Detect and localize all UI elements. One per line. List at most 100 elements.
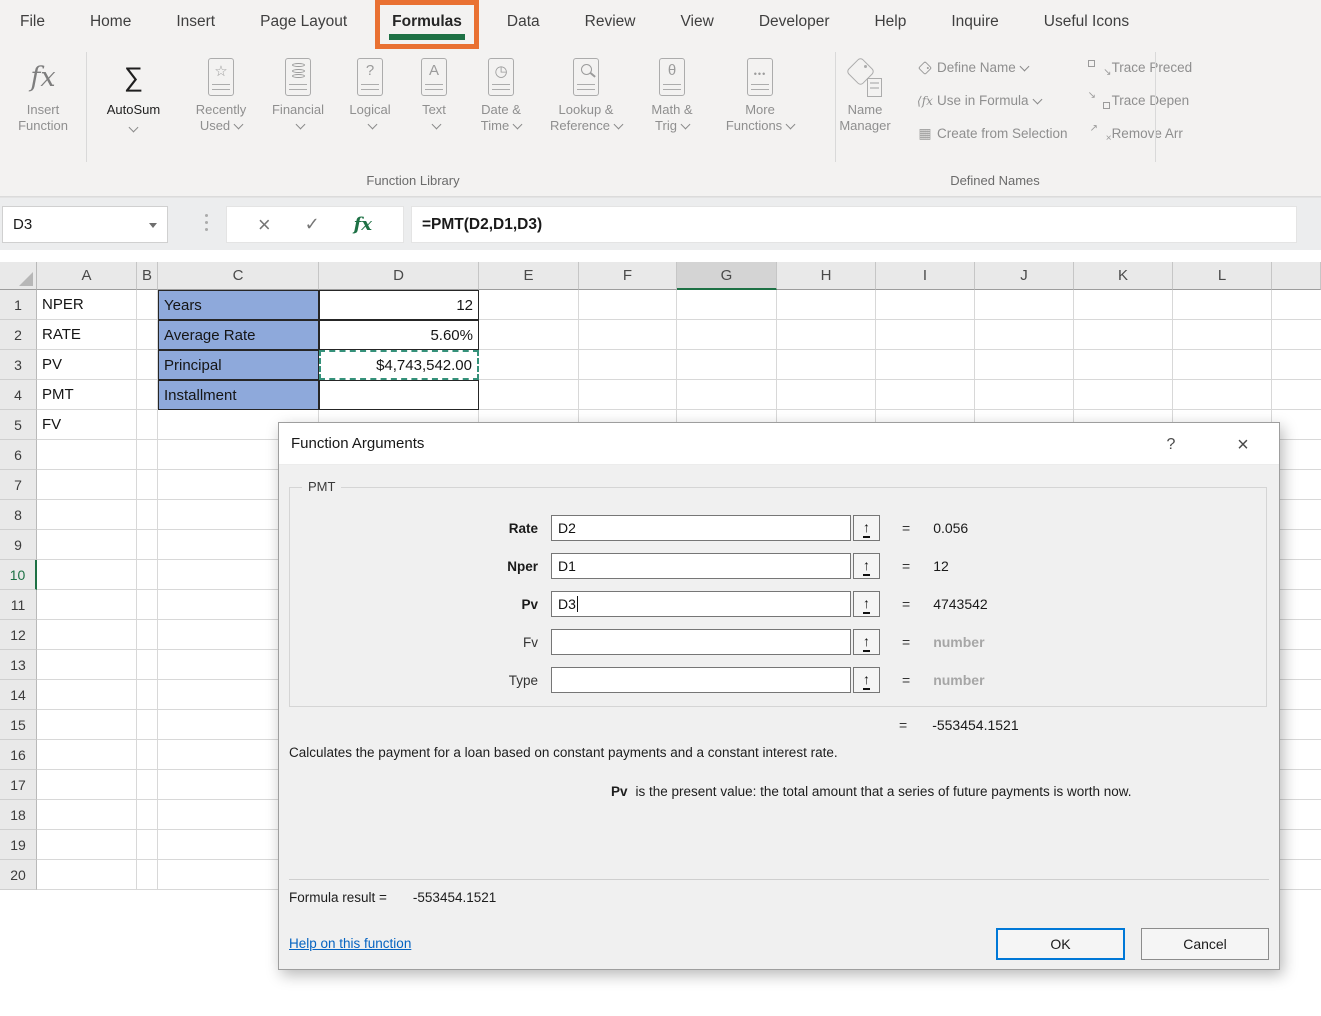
formula-input[interactable]: =PMT(D2,D1,D3) <box>411 206 1297 243</box>
collapse-dialog-button-type[interactable] <box>853 667 880 693</box>
cell-A3[interactable]: PV <box>37 350 137 380</box>
cell-A16[interactable] <box>37 740 137 770</box>
cell-A13[interactable] <box>37 650 137 680</box>
row-header-1[interactable]: 1 <box>0 290 37 320</box>
column-header-j[interactable]: J <box>975 262 1074 290</box>
cell-K4[interactable] <box>1074 380 1173 410</box>
cell-B19[interactable] <box>137 830 158 860</box>
cell-C3[interactable]: Principal <box>158 350 319 380</box>
tab-formulas[interactable]: Formulas <box>392 13 462 31</box>
cell-H3[interactable] <box>777 350 876 380</box>
cell-C4[interactable]: Installment <box>158 380 319 410</box>
cell-H1[interactable] <box>777 290 876 320</box>
cell-B5[interactable] <box>137 410 158 440</box>
text-button[interactable]: AText <box>405 46 463 162</box>
tab-page-layout[interactable]: Page Layout <box>260 13 347 31</box>
cell-B18[interactable] <box>137 800 158 830</box>
column-header-h[interactable]: H <box>777 262 876 290</box>
select-all-corner[interactable] <box>0 262 37 290</box>
cell-A14[interactable] <box>37 680 137 710</box>
cancel-button[interactable]: Cancel <box>1141 928 1269 960</box>
insert-function-button[interactable]: Insert Function <box>0 46 86 162</box>
cell-G1[interactable] <box>677 290 777 320</box>
cell-B10[interactable] <box>137 560 158 590</box>
tab-file[interactable]: File <box>20 13 45 31</box>
cell-C2[interactable]: Average Rate <box>158 320 319 350</box>
collapse-dialog-button-rate[interactable] <box>853 515 880 541</box>
name-box[interactable]: D3 <box>2 206 168 243</box>
cell-D4[interactable] <box>319 380 479 410</box>
cell-B2[interactable] <box>137 320 158 350</box>
cell-B9[interactable] <box>137 530 158 560</box>
confirm-entry-check-icon[interactable] <box>305 214 320 235</box>
recently-used-button[interactable]: ☆RecentlyUsed <box>181 46 261 162</box>
row-header-16[interactable]: 16 <box>0 740 37 770</box>
tab-developer[interactable]: Developer <box>759 13 830 31</box>
argument-input-rate[interactable]: D2 <box>551 515 851 541</box>
cell-L1[interactable] <box>1173 290 1272 320</box>
column-header-l[interactable]: L <box>1173 262 1272 290</box>
tab-useful-icons[interactable]: Useful Icons <box>1044 13 1129 31</box>
row-header-17[interactable]: 17 <box>0 770 37 800</box>
cell-A20[interactable] <box>37 860 137 890</box>
cell-B12[interactable] <box>137 620 158 650</box>
tab-review[interactable]: Review <box>585 13 636 31</box>
row-header-9[interactable]: 9 <box>0 530 37 560</box>
cell-E2[interactable] <box>479 320 579 350</box>
cell-J4[interactable] <box>975 380 1074 410</box>
row-header-18[interactable]: 18 <box>0 800 37 830</box>
collapse-dialog-button-nper[interactable] <box>853 553 880 579</box>
row-header-19[interactable]: 19 <box>0 830 37 860</box>
math-trig-button[interactable]: θMath &Trig <box>633 46 711 162</box>
cell-F1[interactable] <box>579 290 677 320</box>
financial-button[interactable]: Financial <box>261 46 335 162</box>
cell-B20[interactable] <box>137 860 158 890</box>
cell-J1[interactable] <box>975 290 1074 320</box>
tab-data[interactable]: Data <box>507 13 540 31</box>
dialog-close-icon[interactable]: × <box>1231 433 1255 457</box>
cell-A7[interactable] <box>37 470 137 500</box>
row-header-12[interactable]: 12 <box>0 620 37 650</box>
row-header-10[interactable]: 10 <box>0 560 37 590</box>
row-header-5[interactable]: 5 <box>0 410 37 440</box>
cell-B16[interactable] <box>137 740 158 770</box>
cell-B4[interactable] <box>137 380 158 410</box>
cell-L2[interactable] <box>1173 320 1272 350</box>
cell-H2[interactable] <box>777 320 876 350</box>
insert-function-fx-small-icon[interactable] <box>354 214 372 235</box>
cell-B3[interactable] <box>137 350 158 380</box>
cell-A10[interactable] <box>37 560 137 590</box>
ok-button[interactable]: OK <box>996 928 1125 960</box>
cell-D1[interactable]: 12 <box>319 290 479 320</box>
row-header-2[interactable]: 2 <box>0 320 37 350</box>
cell-A9[interactable] <box>37 530 137 560</box>
column-header-g[interactable]: G <box>677 262 777 290</box>
column-header-c[interactable]: C <box>158 262 319 290</box>
create-from-selection-button[interactable]: ▦Create from Selection <box>913 121 1068 146</box>
tab-home[interactable]: Home <box>90 13 131 31</box>
row-header-13[interactable]: 13 <box>0 650 37 680</box>
cell-D3[interactable]: $4,743,542.00 <box>319 350 479 380</box>
collapse-dialog-button-pv[interactable] <box>853 591 880 617</box>
row-header-6[interactable]: 6 <box>0 440 37 470</box>
cell-B11[interactable] <box>137 590 158 620</box>
cell-A12[interactable] <box>37 620 137 650</box>
tab-insert[interactable]: Insert <box>176 13 215 31</box>
cell-F2[interactable] <box>579 320 677 350</box>
row-header-14[interactable]: 14 <box>0 680 37 710</box>
row-header-15[interactable]: 15 <box>0 710 37 740</box>
argument-input-type[interactable] <box>551 667 851 693</box>
cell-D2[interactable]: 5.60% <box>319 320 479 350</box>
cell-J3[interactable] <box>975 350 1074 380</box>
column-header-d[interactable]: D <box>319 262 479 290</box>
help-on-this-function-link[interactable]: Help on this function <box>289 936 411 951</box>
tab-inquire[interactable]: Inquire <box>951 13 998 31</box>
row-header-11[interactable]: 11 <box>0 590 37 620</box>
use-in-formula-button[interactable]: ⟨fxUse in Formula <box>913 88 1068 113</box>
define-name-button[interactable]: Define Name <box>913 55 1068 80</box>
cell-C1[interactable]: Years <box>158 290 319 320</box>
cell-A17[interactable] <box>37 770 137 800</box>
lookup-reference-button[interactable]: Lookup &Reference <box>539 46 633 162</box>
autosum-button[interactable]: AutoSum <box>86 46 181 162</box>
tab-view[interactable]: View <box>681 13 714 31</box>
